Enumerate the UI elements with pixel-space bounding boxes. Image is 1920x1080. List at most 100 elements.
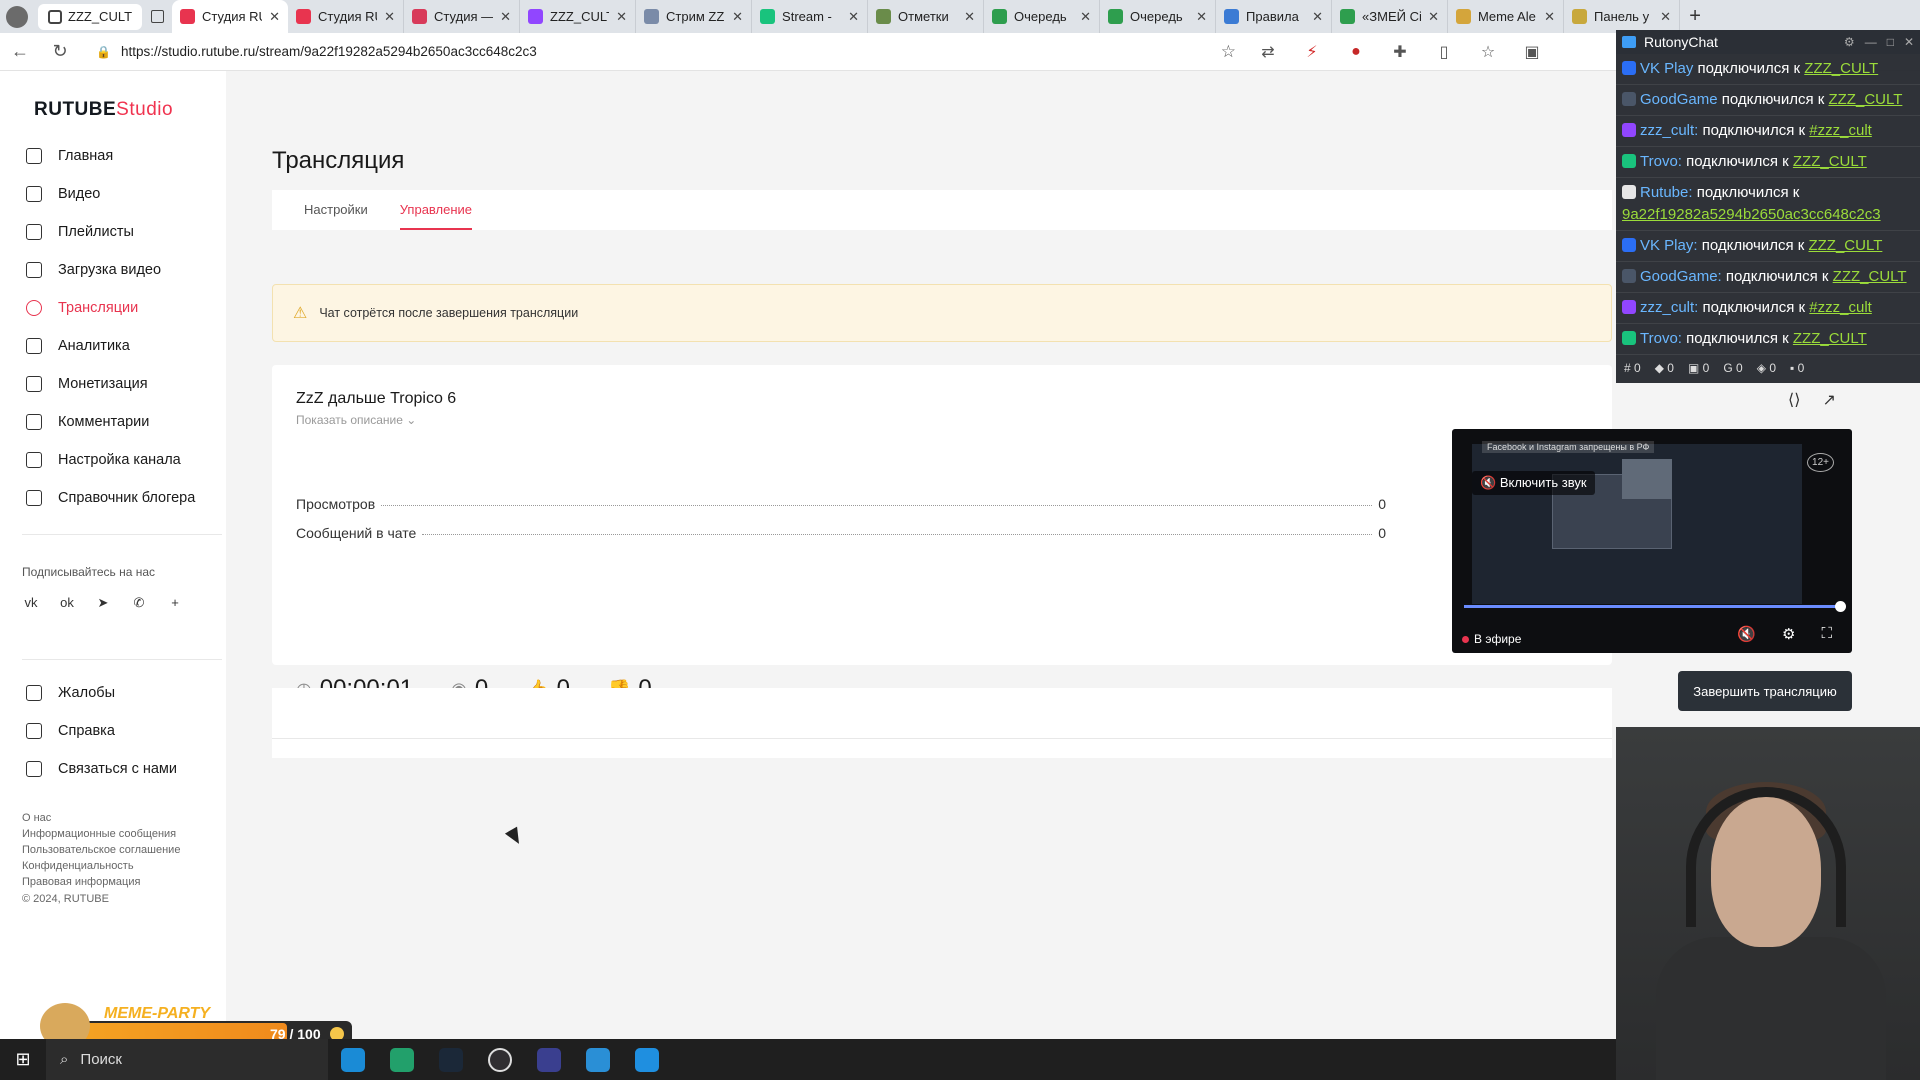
vk-icon[interactable]: vk — [22, 594, 40, 612]
share-icon[interactable]: ⟨⟩ — [1788, 390, 1800, 410]
close-tab-icon[interactable]: ✕ — [1312, 9, 1323, 25]
browser-tab[interactable]: Очередь ✕ — [1100, 0, 1217, 33]
chat-channel-link[interactable]: ZZZ_CULT — [1793, 153, 1867, 170]
close-tab-icon[interactable]: ✕ — [848, 9, 859, 25]
sidebar-item-upload-video[interactable]: Загрузка видео — [0, 251, 226, 289]
browser-tab[interactable]: Meme Ale ✕ — [1448, 0, 1565, 33]
chat-channel-link[interactable]: ZZZ_CULT — [1808, 237, 1882, 254]
close-tab-icon[interactable]: ✕ — [1080, 9, 1091, 25]
browser-tab[interactable]: ZZZ_CULT ✕ — [520, 0, 637, 33]
browser-tab[interactable]: «ЗМЕЙ Ci ✕ — [1332, 0, 1449, 33]
start-button[interactable]: ⊞ — [0, 1039, 46, 1080]
app-icon[interactable] — [573, 1039, 622, 1080]
settings-gear-icon[interactable]: ⚙ — [1782, 625, 1795, 643]
tab-actions-button[interactable] — [142, 0, 172, 33]
obs-icon[interactable] — [475, 1039, 524, 1080]
edge-browser-icon[interactable] — [377, 1039, 426, 1080]
puzzle-icon[interactable]: ✚ — [1378, 42, 1422, 62]
tab-settings[interactable]: Настройки — [304, 190, 368, 230]
maximize-icon[interactable]: □ — [1887, 35, 1894, 49]
close-tab-icon[interactable]: ✕ — [500, 9, 511, 25]
reload-button[interactable]: ↻ — [40, 41, 80, 62]
sidebar-item-channel-settings[interactable]: Настройка канала — [0, 441, 226, 479]
browser-tab[interactable]: Stream - ✕ — [752, 0, 869, 33]
chat-channel-link[interactable]: ZZZ_CULT — [1793, 330, 1867, 347]
address-bar[interactable]: 🔒 https://studio.rutube.ru/stream/9a22f1… — [86, 38, 1246, 66]
player-progress-bar[interactable] — [1464, 605, 1840, 608]
taskbar-search[interactable]: ⌕ Поиск — [46, 1039, 328, 1080]
close-tab-icon[interactable]: ✕ — [964, 9, 975, 25]
profile-workspace-tab[interactable]: ZZZ_CULT — [38, 3, 143, 30]
close-tab-icon[interactable]: ✕ — [269, 9, 280, 25]
extension-icon[interactable]: ● — [1334, 43, 1378, 61]
sidebar-item-complaints[interactable]: Жалобы — [0, 674, 226, 712]
close-tab-icon[interactable]: ✕ — [1196, 9, 1207, 25]
chat-channel-link[interactable]: ZZZ_CULT — [1804, 60, 1878, 77]
odnoklassniki-icon[interactable]: ok — [58, 594, 76, 612]
chat-channel-link[interactable]: 9a22f19282a5294b2650ac3cc648c2c3 — [1622, 206, 1881, 223]
close-icon[interactable]: ✕ — [1904, 35, 1914, 49]
edge-browser-icon[interactable] — [328, 1039, 377, 1080]
end-stream-button[interactable]: Завершить трансляцию — [1678, 671, 1852, 711]
browser-tab[interactable]: Панель у ✕ — [1564, 0, 1681, 33]
browser-tab[interactable]: Правила ✕ — [1216, 0, 1333, 33]
browser-tab[interactable]: Студия — ✕ — [404, 0, 521, 33]
collections-icon[interactable]: ▣ — [1510, 42, 1554, 62]
close-tab-icon[interactable]: ✕ — [1428, 9, 1439, 25]
extension-icon[interactable]: ⚡ — [1290, 42, 1334, 62]
split-screen-icon[interactable]: ▯ — [1422, 42, 1466, 62]
profile-button[interactable] — [0, 0, 34, 33]
new-tab-button[interactable]: + — [1680, 5, 1710, 28]
app-icon[interactable] — [524, 1039, 573, 1080]
settings-gear-icon[interactable]: ⚙ — [1844, 35, 1855, 49]
footer-link[interactable]: Правовая информация — [22, 874, 180, 890]
footer-link[interactable]: Пользовательское соглашение — [22, 842, 180, 858]
back-button[interactable]: ← — [0, 41, 40, 62]
minimize-icon[interactable]: — — [1865, 35, 1877, 49]
bookmark-star-icon[interactable]: ☆ — [1221, 42, 1236, 62]
browser-tab[interactable]: Стрим ZZ ✕ — [636, 0, 753, 33]
stream-preview-player[interactable]: Facebook и Instagram запрещены в РФ 🔇 Вк… — [1452, 429, 1852, 653]
footer-link[interactable]: Конфиденциальность — [22, 858, 180, 874]
player-progress-knob[interactable] — [1835, 601, 1846, 612]
sidebar-item-blogger-guide[interactable]: Справочник блогера — [0, 479, 226, 517]
show-description-toggle[interactable]: Показать описание ⌄ — [296, 413, 416, 427]
chat-channel-link[interactable]: #zzz_cult — [1809, 299, 1872, 316]
mute-icon[interactable]: 🔇 — [1737, 625, 1756, 643]
close-tab-icon[interactable]: ✕ — [732, 9, 743, 25]
browser-tab[interactable]: Студия RU ✕ — [172, 0, 289, 33]
chat-channel-link[interactable]: ZZZ_CULT — [1833, 268, 1907, 285]
translate-extension-icon[interactable]: ⇄ — [1246, 42, 1290, 62]
favorites-icon[interactable]: ☆ — [1466, 42, 1510, 62]
close-tab-icon[interactable]: ✕ — [1544, 9, 1555, 25]
unmute-button[interactable]: 🔇 Включить звук — [1472, 471, 1595, 495]
sidebar-item-playlists[interactable]: Плейлисты — [0, 213, 226, 251]
sidebar-item-comments[interactable]: Комментарии — [0, 403, 226, 441]
viber-icon[interactable]: ✆ — [130, 594, 148, 612]
sidebar-item-home[interactable]: Главная — [0, 137, 226, 175]
chat-channel-link[interactable]: ZZZ_CULT — [1828, 91, 1902, 108]
chat-app-icon[interactable] — [622, 1039, 671, 1080]
footer-link[interactable]: О нас — [22, 810, 180, 826]
close-tab-icon[interactable]: ✕ — [1660, 9, 1671, 25]
sidebar-item-help[interactable]: Справка — [0, 712, 226, 750]
sidebar-item-analytics[interactable]: Аналитика — [0, 327, 226, 365]
chat-channel-link[interactable]: #zzz_cult — [1809, 122, 1872, 139]
browser-tab[interactable]: Студия RU ✕ — [288, 0, 405, 33]
more-icon[interactable]: + — [166, 594, 184, 612]
steam-icon[interactable] — [426, 1039, 475, 1080]
sidebar-item-monetization[interactable]: Монетизация — [0, 365, 226, 403]
tab-management[interactable]: Управление — [399, 190, 473, 230]
sidebar-item-video[interactable]: Видео — [0, 175, 226, 213]
close-tab-icon[interactable]: ✕ — [616, 9, 627, 25]
fullscreen-icon[interactable]: ⛶ — [1821, 625, 1832, 643]
sidebar-item-broadcasts[interactable]: Трансляции — [0, 289, 226, 327]
sidebar-item-contact-us[interactable]: Связаться с нами — [0, 750, 226, 788]
rutube-studio-logo[interactable]: RUTUBEStudio — [34, 99, 173, 121]
close-tab-icon[interactable]: ✕ — [384, 9, 395, 25]
browser-tab[interactable]: Очередь ✕ — [984, 0, 1101, 33]
browser-tab[interactable]: Отметки ✕ — [868, 0, 985, 33]
footer-link[interactable]: Информационные сообщения — [22, 826, 180, 842]
open-external-icon[interactable]: ↗ — [1822, 390, 1835, 410]
telegram-icon[interactable]: ➤ — [94, 594, 112, 612]
